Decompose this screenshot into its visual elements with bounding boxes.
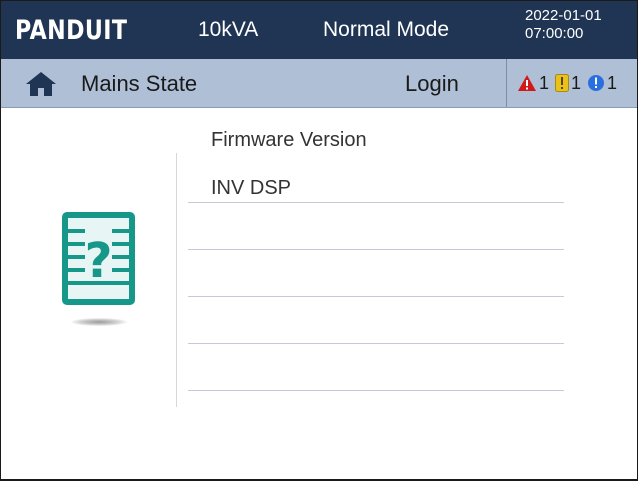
alarm-summary[interactable]: 1 1 1 xyxy=(517,72,621,94)
list-item: INV DSP xyxy=(188,156,564,203)
help-document-icon: ? xyxy=(61,211,136,311)
time-text: 07:00:00 xyxy=(525,25,584,42)
info-circle-icon xyxy=(588,75,605,91)
datetime: 2022-01-01 07:00:00 xyxy=(525,7,602,43)
divider xyxy=(506,59,507,107)
power-rating: 10kVA xyxy=(198,18,259,41)
firmware-heading: Firmware Version xyxy=(211,129,367,151)
status-bar: Mains State Login 1 1 1 xyxy=(1,59,637,108)
page-title: Mains State xyxy=(81,71,198,96)
top-header: PANDUIT 10kVA Normal Mode 2022-01-01 07:… xyxy=(1,1,637,59)
icon-shadow xyxy=(71,318,127,326)
exclamation-square-icon xyxy=(555,74,570,92)
warning-count: 1 xyxy=(539,72,550,93)
list-item xyxy=(188,344,564,391)
caution-count: 1 xyxy=(571,72,582,93)
date-text: 2022-01-01 xyxy=(525,7,602,24)
house-icon[interactable] xyxy=(25,71,57,102)
hmi-screen: PANDUIT 10kVA Normal Mode 2022-01-01 07:… xyxy=(0,0,638,481)
operating-mode: Normal Mode xyxy=(323,18,450,41)
login-button[interactable]: Login xyxy=(405,71,459,97)
warning-triangle-icon xyxy=(518,75,536,91)
info-count: 1 xyxy=(607,72,618,93)
brand-logo: PANDUIT xyxy=(15,15,128,46)
firmware-list: INV DSP xyxy=(188,156,564,391)
list-item xyxy=(188,250,564,297)
svg-text:?: ? xyxy=(85,233,113,289)
vertical-separator xyxy=(176,153,177,407)
list-item xyxy=(188,203,564,250)
list-item xyxy=(188,297,564,344)
